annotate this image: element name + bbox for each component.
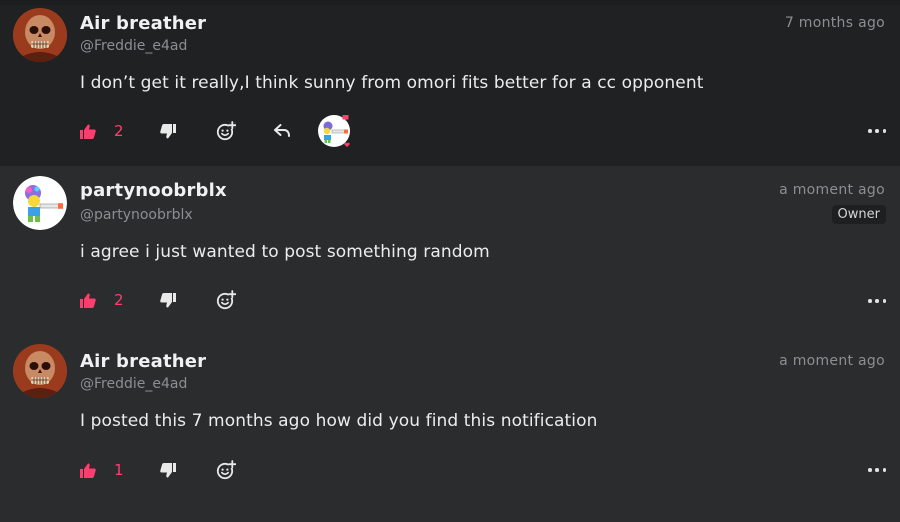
author-handle[interactable]: @Freddie_e4ad bbox=[80, 38, 187, 54]
owner-badge: Owner bbox=[831, 205, 886, 224]
add-reaction-icon bbox=[216, 460, 236, 480]
like-count: 2 bbox=[114, 291, 124, 309]
comment-3: Air breather @Freddie_e4ad a moment ago … bbox=[0, 336, 900, 522]
like-button[interactable]: 1 bbox=[80, 461, 160, 479]
comment-timestamp: a moment ago bbox=[779, 353, 885, 369]
author-name[interactable]: partynoobrblx bbox=[80, 180, 227, 201]
reply-icon bbox=[274, 124, 290, 138]
reactor-avatar[interactable] bbox=[318, 115, 350, 147]
author-handle[interactable]: @partynoobrblx bbox=[80, 207, 193, 223]
more-icon bbox=[868, 129, 872, 133]
avatar-air-breather[interactable] bbox=[13, 8, 67, 62]
author-name[interactable]: Air breather bbox=[80, 351, 206, 372]
thumbs-up-icon bbox=[80, 463, 96, 478]
dislike-button[interactable] bbox=[160, 123, 216, 139]
add-reaction-button[interactable] bbox=[216, 290, 274, 310]
more-options-button[interactable] bbox=[868, 124, 886, 138]
like-count: 1 bbox=[114, 461, 124, 479]
add-reaction-icon bbox=[216, 290, 236, 310]
add-reaction-button[interactable] bbox=[216, 460, 274, 480]
author-name[interactable]: Air breather bbox=[80, 13, 206, 34]
comment-timestamp: 7 months ago bbox=[784, 15, 885, 31]
thumbs-down-icon bbox=[160, 292, 176, 308]
comment-2: partynoobrblx @partynoobrblx a moment ag… bbox=[0, 166, 900, 336]
avatar-air-breather[interactable] bbox=[13, 344, 67, 398]
thumbs-down-icon bbox=[160, 123, 176, 139]
like-button[interactable]: 2 bbox=[80, 291, 160, 309]
comment-actions: 1 bbox=[80, 459, 274, 481]
thumbs-up-icon bbox=[80, 124, 96, 139]
more-icon bbox=[868, 468, 872, 472]
add-reaction-icon bbox=[216, 121, 236, 141]
reply-button[interactable] bbox=[274, 124, 318, 138]
thumbs-up-icon bbox=[80, 293, 96, 308]
comment-timestamp: a moment ago bbox=[779, 182, 885, 198]
dislike-button[interactable] bbox=[160, 462, 216, 478]
thumbs-down-icon bbox=[160, 462, 176, 478]
comment-text: I posted this 7 months ago how did you f… bbox=[80, 411, 598, 431]
comment-text: I don’t get it really,I think sunny from… bbox=[80, 73, 704, 93]
comment-1: Air breather @Freddie_e4ad 7 months ago … bbox=[0, 0, 900, 166]
more-options-button[interactable] bbox=[868, 294, 886, 308]
more-icon bbox=[868, 299, 872, 303]
more-options-button[interactable] bbox=[868, 463, 886, 477]
like-count: 2 bbox=[114, 122, 124, 140]
dislike-button[interactable] bbox=[160, 292, 216, 308]
like-button[interactable]: 2 bbox=[80, 122, 160, 140]
author-handle[interactable]: @Freddie_e4ad bbox=[80, 376, 187, 392]
add-reaction-button[interactable] bbox=[216, 121, 274, 141]
comment-text: i agree i just wanted to post something … bbox=[80, 242, 490, 262]
comment-thread: Air breather @Freddie_e4ad 7 months ago … bbox=[0, 0, 900, 522]
comment-actions: 2 bbox=[80, 115, 350, 147]
avatar-partynoobrblx[interactable] bbox=[13, 176, 67, 230]
comment-actions: 2 bbox=[80, 289, 274, 311]
